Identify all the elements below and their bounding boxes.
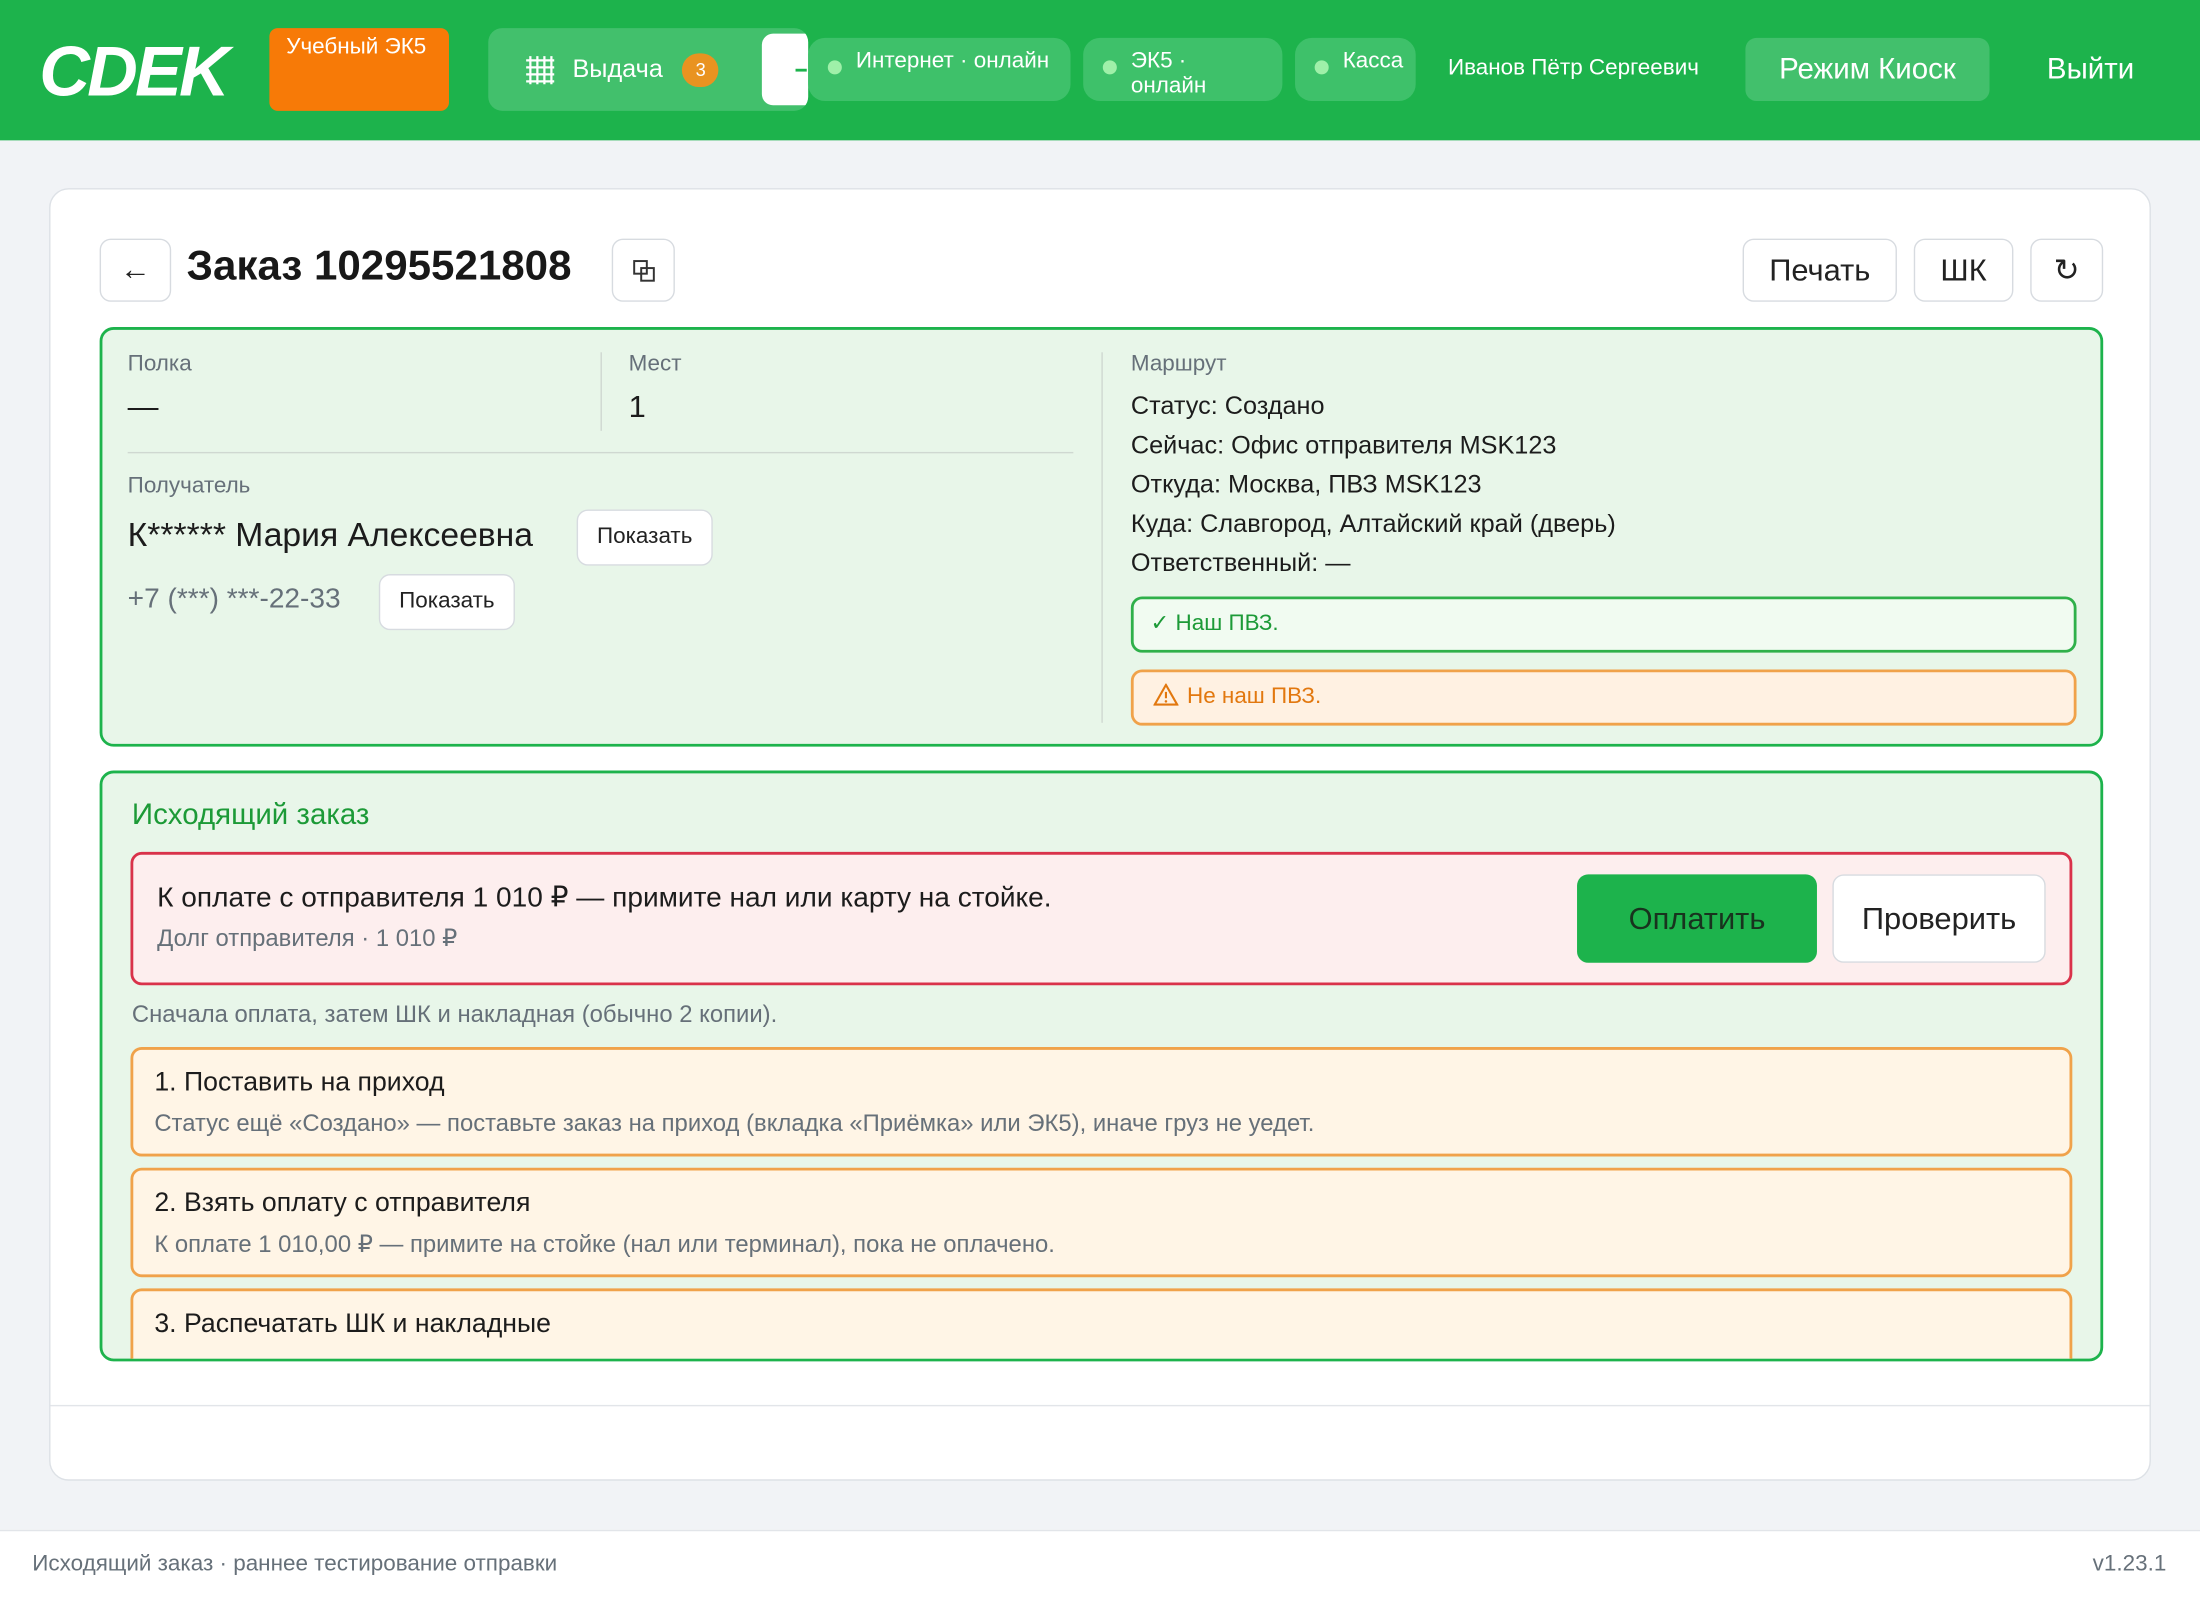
recipient-label: Получатель <box>127 474 251 499</box>
route-label: Маршрут <box>1130 352 1227 377</box>
copy-order-number-button[interactable] <box>611 238 675 302</box>
edu-mode-badge: Учебный ЭК5 <box>269 28 449 111</box>
app-version: v1.23.1 <box>2092 1552 2167 1577</box>
divider <box>127 451 1074 454</box>
divider <box>50 1404 2150 1407</box>
print-button[interactable]: Печать <box>1742 238 1897 302</box>
copy-icon <box>633 260 655 282</box>
route-to: Куда: Славгород, Алтайский край (дверь) <box>1130 509 1616 538</box>
payment-message: К оплате с отправителя 1 010 ₽ — примите… <box>157 882 1052 914</box>
step-item: 1. Поставить на приход Статус ещё «Созда… <box>130 1047 2073 1157</box>
order-info-panel: Полка — Мест 1 Получатель К****** Мария … <box>99 327 2104 747</box>
tabs-strip: Выдача 3 <box>488 28 809 111</box>
tab-vydacha-label: Выдача <box>572 54 663 83</box>
cdek-logo[interactable]: CDEK <box>39 39 238 101</box>
tab-vydacha[interactable]: Выдача 3 <box>488 28 755 111</box>
refresh-button[interactable]: ↻ <box>2030 238 2104 302</box>
workflow-hint: Сначала оплата, затем ШК и накладная (об… <box>131 1000 778 1028</box>
route-responsible: Ответственный: — <box>1130 548 1351 577</box>
tab-vydacha-count: 3 <box>682 52 720 87</box>
online-dot-icon <box>827 60 842 75</box>
places-value: 1 <box>628 388 646 424</box>
grid-icon <box>526 55 555 84</box>
top-header: CDEK Учебный ЭК5 Выдача 3 Интернет · онл… <box>0 0 2200 141</box>
our-pvz-notice: ✓ Наш ПВЗ. <box>1130 596 2077 653</box>
page-title: Заказ 10295521808 <box>186 242 572 290</box>
status-ek5: ЭК5 · онлайн <box>1083 37 1283 102</box>
recipient-name: К****** Мария Алексеевна <box>127 516 534 555</box>
order-card: ← Заказ 10295521808 Печать ШК ↻ Полка — … <box>49 188 2151 1481</box>
status-internet: Интернет · онлайн <box>808 37 1071 102</box>
step-item: 2. Взять оплату с отправителя К оплате 1… <box>130 1167 2073 1278</box>
check-payment-button[interactable]: Проверить <box>1832 874 2046 963</box>
step-description: К оплате 1 010,00 ₽ — примите на стойке … <box>154 1230 1055 1258</box>
warning-icon <box>1152 682 1179 706</box>
svg-text:CDEK: CDEK <box>39 39 234 101</box>
barcode-button[interactable]: ШК <box>1913 238 2014 302</box>
online-dot-icon <box>1102 60 1117 75</box>
payment-alert: К оплате с отправителя 1 010 ₽ — примите… <box>130 851 2073 986</box>
not-our-pvz-label: Не наш ПВЗ. <box>1186 684 1322 709</box>
step-title: 3. Распечатать ШК и накладные <box>154 1309 552 1339</box>
back-button[interactable]: ← <box>99 238 172 302</box>
shelf-label: Полка <box>127 352 192 377</box>
footer-status: Исходящий заказ · раннее тестирование от… <box>32 1552 558 1577</box>
pay-button[interactable]: Оплатить <box>1577 874 1817 963</box>
step-title: 2. Взять оплату с отправителя <box>154 1188 531 1219</box>
kiosk-mode-button[interactable]: Режим Киоск <box>1745 37 1990 102</box>
shelf-value: — <box>127 388 159 424</box>
footer: Исходящий заказ · раннее тестирование от… <box>0 1529 2200 1600</box>
not-our-pvz-notice: Не наш ПВЗ. <box>1130 669 2077 726</box>
route-status: Статус: Создано <box>1130 391 1325 420</box>
places-label: Мест <box>628 352 682 377</box>
step-title: 1. Поставить на приход <box>154 1068 445 1098</box>
route-now: Сейчас: Офис отправителя MSK123 <box>1130 430 1557 459</box>
divider <box>600 352 602 431</box>
status-internet-label: Интернет · онлайн <box>855 49 1050 73</box>
status-kassa: Касса <box>1295 37 1416 102</box>
divider <box>1101 352 1103 723</box>
tab-next[interactable] <box>761 33 809 106</box>
outgoing-order-panel: Исходящий заказ К оплате с отправителя 1… <box>99 770 2104 1362</box>
current-user-name: Иванов Пётр Сергеевич <box>1447 56 1699 81</box>
status-ek5-label: ЭК5 · онлайн <box>1130 49 1207 99</box>
route-from: Откуда: Москва, ПВЗ MSK123 <box>1130 470 1482 499</box>
step-item: 3. Распечатать ШК и накладные <box>130 1288 2073 1359</box>
status-kassa-label: Касса <box>1342 49 1404 73</box>
step-description: Статус ещё «Создано» — поставьте заказ н… <box>154 1110 1315 1137</box>
sender-debt: Долг отправителя · 1 010 ₽ <box>157 924 458 952</box>
logout-button[interactable]: Выйти <box>2020 38 2160 101</box>
outgoing-title: Исходящий заказ <box>131 798 370 831</box>
recipient-phone: +7 (***) ***-22-33 <box>127 583 341 615</box>
show-recipient-button[interactable]: Показать <box>576 509 713 566</box>
online-dot-icon <box>1314 60 1329 75</box>
show-phone-button[interactable]: Показать <box>378 574 515 631</box>
